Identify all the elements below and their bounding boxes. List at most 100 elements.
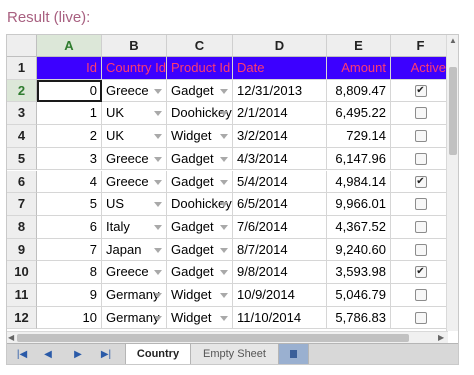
dropdown-arrow-icon[interactable] <box>154 111 162 117</box>
id-cell[interactable]: 7 <box>37 238 102 262</box>
active-cell[interactable]: ✔ <box>391 261 451 284</box>
vertical-scroll-thumb[interactable] <box>449 67 457 155</box>
date-cell[interactable]: 8/7/2014 <box>233 238 327 262</box>
country-dropdown-cell[interactable]: UK <box>102 125 167 148</box>
unchecked-checkbox[interactable] <box>414 107 427 120</box>
id-cell[interactable]: 5 <box>37 193 102 216</box>
amount-cell[interactable]: 9,240.60 <box>327 238 391 262</box>
dropdown-arrow-icon[interactable] <box>220 156 228 162</box>
header-cell[interactable]: Id <box>37 57 102 80</box>
next-sheet-icon[interactable]: ▶ <box>69 347 87 363</box>
date-cell[interactable]: 10/9/2014 <box>233 284 327 307</box>
column-header-d[interactable]: D <box>233 35 327 57</box>
select-all-corner[interactable] <box>7 35 37 57</box>
column-header-e[interactable]: E <box>327 35 391 57</box>
tab-country[interactable]: Country <box>125 344 191 364</box>
amount-cell[interactable]: 5,786.83 <box>327 306 391 330</box>
date-cell[interactable]: 2/1/2014 <box>233 102 327 126</box>
unchecked-checkbox[interactable] <box>414 130 427 143</box>
horizontal-scroll-thumb[interactable] <box>17 334 409 342</box>
row-header[interactable]: 12 <box>7 306 37 330</box>
country-dropdown-cell[interactable]: UK <box>102 102 167 126</box>
horizontal-scrollbar[interactable]: ◀ ▶ <box>7 331 448 343</box>
dropdown-arrow-icon[interactable] <box>220 224 228 230</box>
checked-checkbox[interactable]: ✔ <box>414 84 427 97</box>
checked-checkbox[interactable]: ✔ <box>414 266 427 279</box>
header-cell[interactable]: Active <box>391 57 451 80</box>
active-cell[interactable] <box>391 284 451 307</box>
amount-cell[interactable]: 3,593.98 <box>327 261 391 284</box>
vertical-scrollbar[interactable]: ▲ <box>446 35 458 331</box>
product-dropdown-cell[interactable]: Doohickey <box>167 193 233 216</box>
row-header[interactable]: 4 <box>7 125 37 148</box>
active-cell[interactable] <box>391 306 451 330</box>
column-header-f[interactable]: F <box>391 35 451 57</box>
dropdown-arrow-icon[interactable] <box>154 134 162 140</box>
dropdown-arrow-icon[interactable] <box>220 247 228 253</box>
dropdown-arrow-icon[interactable] <box>154 315 162 321</box>
dropdown-arrow-icon[interactable] <box>220 270 228 276</box>
dropdown-arrow-icon[interactable] <box>154 293 162 298</box>
active-cell[interactable] <box>391 215 451 239</box>
product-dropdown-cell[interactable]: Gadget <box>167 147 233 171</box>
product-dropdown-cell[interactable]: Doohickey <box>167 102 233 126</box>
header-cell[interactable]: Country Id <box>102 57 167 80</box>
column-header-b[interactable]: B <box>102 35 167 57</box>
date-cell[interactable]: 4/3/2014 <box>233 147 327 171</box>
row-header[interactable]: 1 <box>7 57 37 80</box>
id-cell[interactable]: 3 <box>37 147 102 171</box>
dropdown-arrow-icon[interactable] <box>220 179 228 185</box>
date-cell[interactable]: 7/6/2014 <box>233 215 327 239</box>
row-header[interactable]: 8 <box>7 215 37 239</box>
active-cell[interactable] <box>391 125 451 148</box>
amount-cell[interactable]: 5,046.79 <box>327 284 391 307</box>
row-header[interactable]: 9 <box>7 238 37 262</box>
date-cell[interactable]: 5/4/2014 <box>233 170 327 194</box>
row-header[interactable]: 2 <box>7 79 37 103</box>
id-cell[interactable]: 9 <box>37 284 102 307</box>
amount-cell[interactable]: 4,367.52 <box>327 215 391 239</box>
last-sheet-icon[interactable]: ▶| <box>97 347 115 363</box>
row-header[interactable]: 11 <box>7 284 37 307</box>
country-dropdown-cell[interactable]: Greece <box>102 79 167 103</box>
dropdown-arrow-icon[interactable] <box>154 224 162 230</box>
unchecked-checkbox[interactable] <box>414 198 427 211</box>
product-dropdown-cell[interactable]: Widget <box>167 125 233 148</box>
product-dropdown-cell[interactable]: Widget <box>167 284 233 307</box>
country-dropdown-cell[interactable]: Japan <box>102 238 167 262</box>
date-cell[interactable]: 11/10/2014 <box>233 306 327 330</box>
product-dropdown-cell[interactable]: Gadget <box>167 261 233 284</box>
id-cell[interactable]: 1 <box>37 102 102 126</box>
amount-cell[interactable]: 6,147.96 <box>327 147 391 171</box>
product-dropdown-cell[interactable]: Widget <box>167 306 233 330</box>
date-cell[interactable]: 12/31/2013 <box>233 79 327 103</box>
active-cell[interactable] <box>391 147 451 171</box>
dropdown-arrow-icon[interactable] <box>154 247 162 253</box>
active-cell[interactable] <box>391 193 451 216</box>
country-dropdown-cell[interactable]: Greece <box>102 261 167 284</box>
active-cell[interactable] <box>391 102 451 126</box>
country-dropdown-cell[interactable]: Greece <box>102 147 167 171</box>
header-cell[interactable]: Product Id <box>167 57 233 80</box>
column-header-c[interactable]: C <box>167 35 233 57</box>
active-cell[interactable] <box>391 238 451 262</box>
dropdown-arrow-icon[interactable] <box>220 88 228 94</box>
unchecked-checkbox[interactable] <box>414 152 427 165</box>
active-cell[interactable]: ✔ <box>391 170 451 194</box>
dropdown-arrow-icon[interactable] <box>154 270 162 276</box>
new-sheet-button[interactable] <box>279 344 309 364</box>
country-dropdown-cell[interactable]: Italy <box>102 215 167 239</box>
row-header[interactable]: 6 <box>7 170 37 194</box>
id-cell[interactable]: 6 <box>37 215 102 239</box>
id-cell[interactable]: 10 <box>37 306 102 330</box>
country-dropdown-cell[interactable]: Germany <box>102 306 167 330</box>
country-dropdown-cell[interactable]: Germany <box>102 284 167 307</box>
header-cell[interactable]: Date <box>233 57 327 80</box>
dropdown-arrow-icon[interactable] <box>154 179 162 185</box>
scroll-up-icon[interactable]: ▲ <box>449 35 457 47</box>
row-header[interactable]: 10 <box>7 261 37 284</box>
country-dropdown-cell[interactable]: Greece <box>102 170 167 194</box>
first-sheet-icon[interactable]: |◀ <box>13 347 31 363</box>
dropdown-arrow-icon[interactable] <box>154 88 162 94</box>
amount-cell[interactable]: 729.14 <box>327 125 391 148</box>
